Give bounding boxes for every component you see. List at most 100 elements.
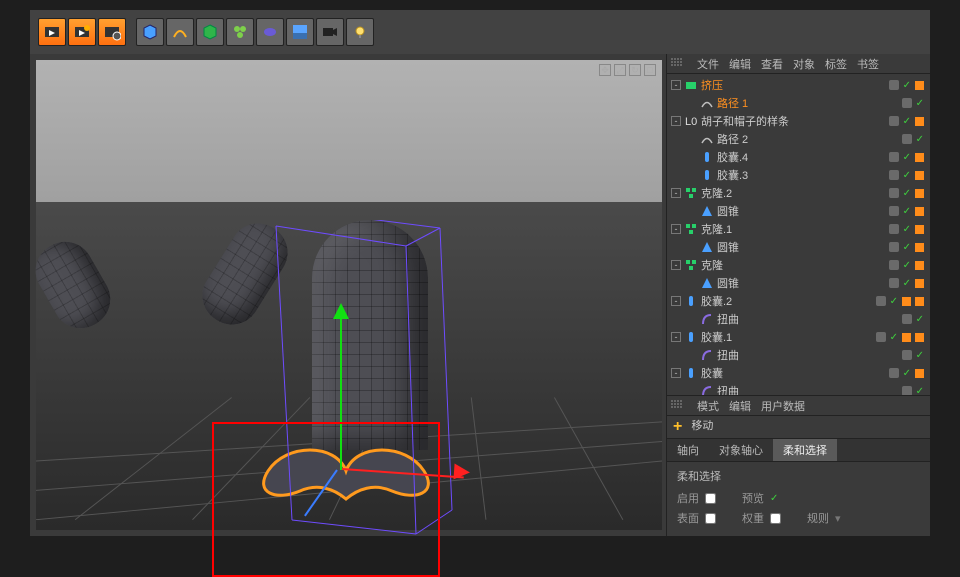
visibility-toggle[interactable] <box>889 188 899 198</box>
tree-label[interactable]: 胶囊 <box>701 365 723 381</box>
enable-check[interactable]: ✓ <box>903 224 911 235</box>
tag-icon[interactable] <box>902 297 911 306</box>
enable-check[interactable]: ✓ <box>890 332 898 343</box>
tree-label[interactable]: 克隆 <box>701 257 723 273</box>
tree-label[interactable]: 挤压 <box>701 77 723 93</box>
tree-row[interactable]: -胶囊.1✓ <box>667 328 930 346</box>
vp-max-icon[interactable]: □ <box>644 64 656 76</box>
tree-row[interactable]: 圆锥 ✓ <box>667 274 930 292</box>
generator-button[interactable] <box>196 18 224 46</box>
expander-icon[interactable]: - <box>671 224 681 234</box>
tag-icon[interactable] <box>915 81 924 90</box>
visibility-toggle[interactable] <box>902 134 912 144</box>
enable-check[interactable]: ✓ <box>903 242 911 253</box>
tree-label[interactable]: 克隆.1 <box>701 221 732 237</box>
tree-row[interactable]: 胶囊.3 ✓ <box>667 166 930 184</box>
om-menu-edit[interactable]: 编辑 <box>729 56 751 72</box>
tab-pivot[interactable]: 对象轴心 <box>709 439 773 461</box>
enable-check[interactable]: ✓ <box>903 260 911 271</box>
visibility-toggle[interactable] <box>902 98 912 108</box>
vp-rotate-icon[interactable]: ↻ <box>629 64 641 76</box>
tree-row[interactable]: 路径 1✓ <box>667 94 930 112</box>
om-menu-bookmark[interactable]: 书签 <box>857 56 879 72</box>
tree-row[interactable]: - 克隆.1 ✓ <box>667 220 930 238</box>
tree-label[interactable]: 胶囊.2 <box>701 293 732 309</box>
enable-check[interactable]: ✓ <box>916 350 924 361</box>
tree-label[interactable]: 圆锥 <box>717 239 739 255</box>
expander-icon[interactable]: - <box>671 368 681 378</box>
expander-icon[interactable]: - <box>671 116 681 126</box>
tag-icon[interactable] <box>915 297 924 306</box>
expander-icon[interactable]: - <box>671 332 681 342</box>
panel-grip-icon[interactable] <box>671 58 687 70</box>
object-tree[interactable]: -挤压✓路径 1✓-L0胡子和帽子的样条✓路径 2✓胶囊.4✓胶囊.3✓-克隆.… <box>667 74 930 395</box>
visibility-toggle[interactable] <box>876 332 886 342</box>
visibility-toggle[interactable] <box>889 206 899 216</box>
attr-menu-edit[interactable]: 编辑 <box>729 398 751 414</box>
visibility-toggle[interactable] <box>889 224 899 234</box>
visibility-toggle[interactable] <box>902 314 912 324</box>
tree-label[interactable]: 圆锥 <box>717 203 739 219</box>
tag-icon[interactable] <box>915 153 924 162</box>
enable-check[interactable]: ✓ <box>903 368 911 379</box>
tree-label[interactable]: 扭曲 <box>717 311 739 327</box>
tag-icon[interactable] <box>915 279 924 288</box>
tree-label[interactable]: 路径 2 <box>717 131 748 147</box>
chk-enable[interactable] <box>705 493 716 504</box>
expander-icon[interactable]: - <box>671 188 681 198</box>
tree-label[interactable]: 胶囊.3 <box>717 167 748 183</box>
deformer-button[interactable] <box>256 18 284 46</box>
om-menu-file[interactable]: 文件 <box>697 56 719 72</box>
primitive-cube-button[interactable] <box>136 18 164 46</box>
visibility-toggle[interactable] <box>889 260 899 270</box>
tree-label[interactable]: 胶囊.4 <box>717 149 748 165</box>
attr-menu-userdata[interactable]: 用户数据 <box>761 398 805 414</box>
tree-row[interactable]: - 胶囊.2 ✓ <box>667 292 930 310</box>
tag-icon[interactable] <box>915 261 924 270</box>
tree-row[interactable]: - 胶囊 ✓ <box>667 364 930 382</box>
om-menu-object[interactable]: 对象 <box>793 56 815 72</box>
tree-label[interactable]: 圆锥 <box>717 275 739 291</box>
tab-axis[interactable]: 轴向 <box>667 439 709 461</box>
chk-weight[interactable] <box>770 513 781 524</box>
visibility-toggle[interactable] <box>876 296 886 306</box>
enable-check[interactable]: ✓ <box>916 314 924 325</box>
visibility-toggle[interactable] <box>889 278 899 288</box>
visibility-toggle[interactable] <box>889 116 899 126</box>
enable-check[interactable]: ✓ <box>890 296 898 307</box>
om-menu-view[interactable]: 查看 <box>761 56 783 72</box>
spline-pen-button[interactable] <box>166 18 194 46</box>
tag-icon[interactable] <box>915 225 924 234</box>
tree-row[interactable]: -挤压✓ <box>667 76 930 94</box>
viewport[interactable]: ✥ ⤢ ↻ □ <box>36 60 662 530</box>
tree-row[interactable]: 扭曲 ✓ <box>667 310 930 328</box>
tag-icon[interactable] <box>915 171 924 180</box>
tag-icon[interactable] <box>915 117 924 126</box>
enable-check[interactable]: ✓ <box>903 278 911 289</box>
tag-icon[interactable] <box>915 207 924 216</box>
enable-check[interactable]: ✓ <box>903 188 911 199</box>
enable-check[interactable]: ✓ <box>903 80 911 91</box>
visibility-toggle[interactable] <box>902 350 912 360</box>
enable-check[interactable]: ✓ <box>916 386 924 396</box>
tree-row[interactable]: 扭曲 ✓ <box>667 382 930 395</box>
expander-icon[interactable]: - <box>671 296 681 306</box>
enable-check[interactable]: ✓ <box>903 206 911 217</box>
tree-label[interactable]: 克隆.2 <box>701 185 732 201</box>
enable-check[interactable]: ✓ <box>903 170 911 181</box>
tree-row[interactable]: 路径 2✓ <box>667 130 930 148</box>
tag-icon[interactable] <box>915 333 924 342</box>
tree-row[interactable]: - 克隆.2 ✓ <box>667 184 930 202</box>
tree-row[interactable]: -克隆✓ <box>667 256 930 274</box>
vp-zoom-icon[interactable]: ⤢ <box>614 64 626 76</box>
chk-surface[interactable] <box>705 513 716 524</box>
attr-menu-mode[interactable]: 模式 <box>697 398 719 414</box>
tree-row[interactable]: 胶囊.4✓ <box>667 148 930 166</box>
tree-label[interactable]: 扭曲 <box>717 383 739 395</box>
panel-grip-icon[interactable] <box>671 400 687 412</box>
camera-button[interactable] <box>316 18 344 46</box>
vp-pan-icon[interactable]: ✥ <box>599 64 611 76</box>
environment-button[interactable] <box>286 18 314 46</box>
tree-row[interactable]: 扭曲✓ <box>667 346 930 364</box>
tree-row[interactable]: -L0胡子和帽子的样条✓ <box>667 112 930 130</box>
